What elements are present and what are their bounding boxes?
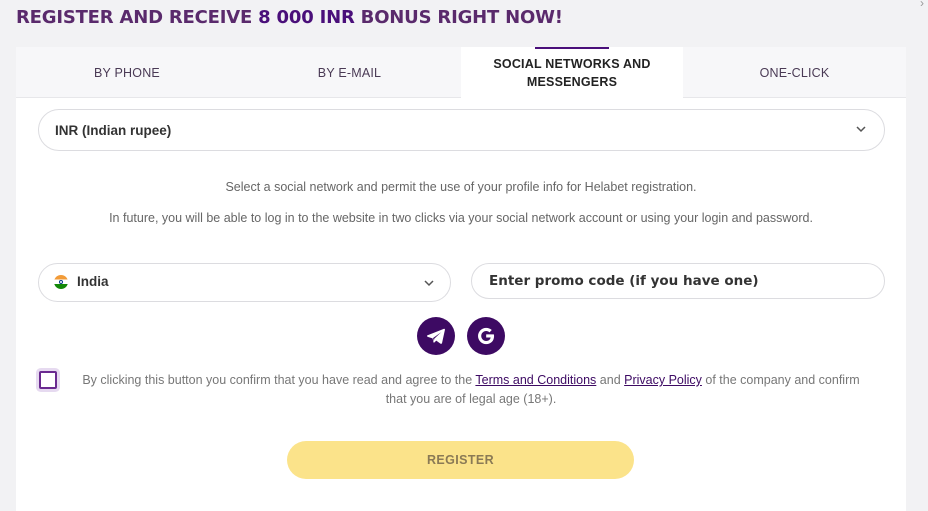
promo-code-input[interactable] (471, 263, 885, 299)
terms-link[interactable]: Terms and Conditions (475, 373, 596, 387)
currency-value: INR (Indian rupee) (55, 122, 172, 138)
privacy-policy-link[interactable]: Privacy Policy (624, 373, 702, 387)
country-value: India (77, 274, 109, 289)
active-tab-indicator (535, 47, 609, 49)
tab-label: SOCIAL NETWORKS AND MESSENGERS (493, 57, 651, 89)
country-select[interactable]: India (38, 263, 451, 302)
title-prefix: REGISTER AND RECEIVE (16, 7, 259, 28)
social-login-info-text: In future, you will be able to log in to… (109, 211, 813, 225)
tab-label: BY PHONE (94, 65, 160, 80)
social-info-text: Select a social network and permit the u… (225, 180, 697, 194)
tab-by-phone[interactable]: BY PHONE (16, 47, 238, 98)
tab-one-click[interactable]: ONE-CLICK (683, 47, 906, 98)
register-button[interactable]: REGISTER (287, 441, 634, 479)
title-bonus: 8 000 INR (258, 7, 355, 28)
telegram-button[interactable] (417, 317, 455, 355)
consent-text-mid: and (596, 373, 625, 387)
chevron-down-icon (856, 126, 866, 133)
tab-social-networks[interactable]: SOCIAL NETWORKS AND MESSENGERS (461, 47, 683, 99)
close-icon[interactable]: › (920, 0, 924, 10)
chevron-down-icon (424, 280, 434, 287)
tab-by-email[interactable]: BY E-MAIL (238, 47, 461, 98)
consent-text: By clicking this button you confirm that… (76, 371, 866, 409)
title-suffix: BONUS RIGHT NOW! (354, 7, 563, 28)
consent-checkbox[interactable] (39, 371, 57, 389)
telegram-icon (427, 328, 445, 344)
tab-label: ONE-CLICK (759, 65, 830, 80)
registration-tabs: BY PHONE BY E-MAIL SOCIAL NETWORKS AND M… (16, 47, 906, 99)
registration-panel: BY PHONE BY E-MAIL SOCIAL NETWORKS AND M… (16, 47, 906, 511)
consent-text-before: By clicking this button you confirm that… (82, 373, 476, 387)
tab-label: BY E-MAIL (317, 65, 382, 80)
google-icon (478, 327, 495, 345)
google-button[interactable] (467, 317, 505, 355)
currency-select[interactable]: INR (Indian rupee) (38, 109, 885, 151)
page-title: REGISTER AND RECEIVE 8 000 INR BONUS RIG… (16, 7, 563, 28)
india-flag-icon (54, 275, 68, 289)
